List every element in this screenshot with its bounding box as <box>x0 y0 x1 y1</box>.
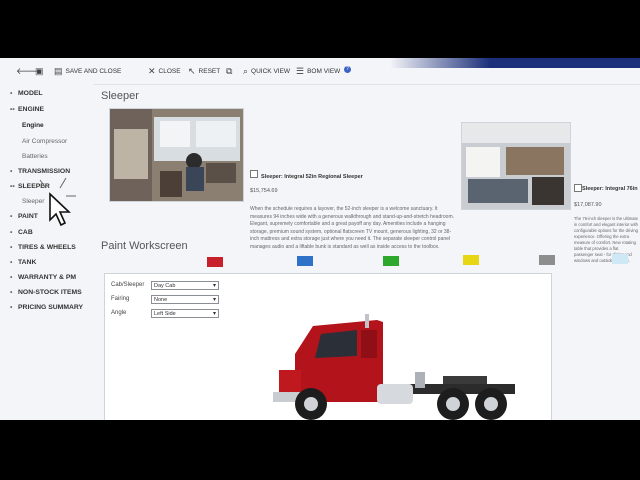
toolbar: 🡐 ▣ ▤ SAVE AND CLOSE ✕ CLOSE ↖ RESET ⧉ ⌕ QUI… <box>0 58 640 85</box>
sidebar-subitem-engine[interactable]: Engine <box>22 122 44 129</box>
paint-section-title: Paint Workscreen <box>101 240 188 252</box>
sleeper-52in-description: When the schedule requires a layover, th… <box>250 206 455 250</box>
bom-view-label: BOM VIEW <box>307 68 341 75</box>
bullet-icon: • <box>10 259 13 266</box>
bullet-icon: • <box>10 168 13 175</box>
sleeper-76in-checkbox[interactable] <box>574 184 582 192</box>
quick-view-button[interactable]: ⌕ QUICK VIEW <box>243 66 290 77</box>
sleeper-76in-image <box>461 122 571 210</box>
bullet-icon: • <box>10 304 13 311</box>
paint-swatch-light-blue[interactable] <box>612 254 628 264</box>
sidebar-item-warranty[interactable]: • WARRANTY & PM <box>10 274 76 281</box>
sidebar-item-paint[interactable]: • PAINT <box>10 213 38 220</box>
bullet-icon: • <box>10 229 13 236</box>
sleeper-76in-description: The 76-inch sleeper is the ultimate in c… <box>574 216 638 263</box>
save-and-close-button[interactable]: ▤ SAVE AND CLOSE <box>54 66 121 77</box>
sidebar-item-label: TIRES & WHEELS <box>18 244 76 251</box>
bullet-icon: • <box>10 274 13 281</box>
reset-button[interactable]: ↖ RESET <box>188 66 220 77</box>
paint-swatch-yellow[interactable] <box>463 255 479 265</box>
sidebar-item-label: MODEL <box>18 90 43 97</box>
fairing-label: Fairing <box>111 296 130 302</box>
sidebar-item-model[interactable]: • MODEL <box>10 90 43 97</box>
sidebar-subitem-batteries[interactable]: Batteries <box>22 153 48 160</box>
bullet-icon: • <box>10 90 13 97</box>
paint-swatch-blue[interactable] <box>297 256 313 266</box>
truck-preview-image <box>273 314 515 420</box>
cab-sleeper-label: Cab/Sleeper <box>111 282 145 288</box>
sidebar-item-label: PRICING SUMMARY <box>18 304 84 311</box>
sidebar-item-engine[interactable]: •• ENGINE <box>10 106 44 113</box>
app-window: 🡐 ▣ ▤ SAVE AND CLOSE ✕ CLOSE ↖ RESET ⧉ ⌕ QUI… <box>0 58 640 420</box>
sidebar-item-label: ENGINE <box>18 106 45 113</box>
sidebar-item-cab[interactable]: • CAB <box>10 229 33 236</box>
reset-icon: ↖ <box>188 66 196 76</box>
paint-swatch-gray[interactable] <box>539 255 555 265</box>
sleeper-52in-checkbox[interactable] <box>250 170 258 178</box>
sidebar-item-label: NON-STOCK ITEMS <box>18 289 82 296</box>
sidebar-item-label: CAB <box>18 229 33 236</box>
bom-view-button[interactable]: ☰ BOM VIEW <box>296 66 340 77</box>
reset-label: RESET <box>198 68 221 75</box>
sidebar-subitem-air-compressor[interactable]: Air Compressor <box>22 138 67 145</box>
bullet-icon: • <box>10 244 13 251</box>
quick-view-label: QUICK VIEW <box>251 68 291 75</box>
sidebar-item-transmission[interactable]: • TRANSMISSION <box>10 168 70 175</box>
sidebar-item-label: TRANSMISSION <box>18 168 71 175</box>
close-label: CLOSE <box>158 68 181 75</box>
sidebar-item-tank[interactable]: • TANK <box>10 259 36 266</box>
angle-label: Angle <box>111 310 127 316</box>
expand-icon: •• <box>10 106 15 113</box>
floppy-icon: ▣ <box>35 66 44 76</box>
sidebar-item-tires-wheels[interactable]: • TIRES & WHEELS <box>10 244 76 251</box>
sidebar-item-non-stock[interactable]: • NON-STOCK ITEMS <box>10 289 82 296</box>
sleeper-section-title: Sleeper <box>101 90 139 102</box>
save-close-icon: ▤ <box>54 66 63 76</box>
close-icon: ✕ <box>148 66 156 76</box>
list-icon: ☰ <box>296 66 305 76</box>
save-and-close-label: SAVE AND CLOSE <box>65 68 122 75</box>
sleeper-52in-price: $15,754.69 <box>250 188 278 194</box>
click-highlight-icon <box>39 177 76 197</box>
help-icon: ? <box>344 66 351 73</box>
copy-icon: ⧉ <box>226 66 233 76</box>
angle-select[interactable]: Left Side <box>151 309 219 319</box>
brand-strip <box>390 58 640 68</box>
copy-button[interactable]: ⧉ <box>226 66 232 77</box>
sidebar-item-label: PAINT <box>18 213 38 220</box>
paint-preview-panel: Cab/Sleeper Day Cab Fairing None Angle L… <box>104 273 552 420</box>
sidebar-item-label: TANK <box>18 259 37 266</box>
sleeper-52in-image <box>109 108 244 202</box>
help-button[interactable]: ? <box>344 66 351 73</box>
fairing-select[interactable]: None <box>151 295 219 305</box>
letterbox-bottom <box>0 420 640 480</box>
search-icon: ⌕ <box>243 66 249 76</box>
sidebar-item-pricing-summary[interactable]: • PRICING SUMMARY <box>10 304 83 311</box>
sidebar: • MODEL •• ENGINE Engine Air Compressor Ba… <box>0 84 94 420</box>
paint-swatch-green[interactable] <box>383 256 399 266</box>
save-button[interactable]: ▣ <box>35 66 44 77</box>
sleeper-76in-price: $17,087.90 <box>574 202 602 208</box>
sleeper-76in-title: Sleeper: Integral 76in Aero <box>582 186 638 192</box>
bullet-icon: • <box>10 289 13 296</box>
sidebar-item-label: WARRANTY & PM <box>18 274 77 281</box>
sleeper-52in-title: Sleeper: Integral 52in Regional Sleeper <box>261 174 363 180</box>
paint-swatch-red[interactable] <box>207 257 223 267</box>
bullet-icon: • <box>10 213 13 220</box>
cab-sleeper-select[interactable]: Day Cab <box>151 281 219 291</box>
close-button[interactable]: ✕ CLOSE <box>148 66 181 77</box>
expand-icon: •• <box>10 183 15 190</box>
